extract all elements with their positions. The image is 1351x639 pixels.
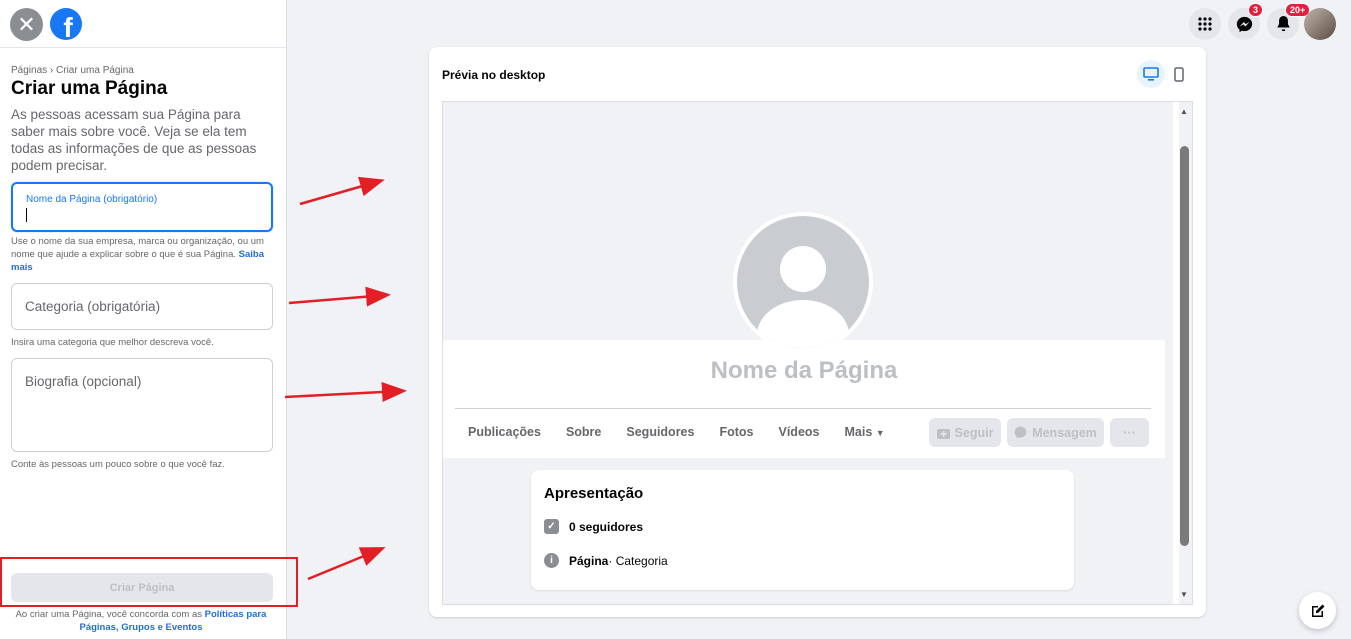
arrow-to-bio-field [284, 382, 407, 403]
category-field[interactable]: Categoria (obrigatória) [11, 283, 273, 330]
annotation-highlight-box [0, 557, 298, 607]
category-hint: Insira uma categoria que melhor descreva… [11, 337, 214, 348]
intro-title: Apresentação [544, 485, 644, 502]
messenger-badge: 3 [1248, 3, 1264, 17]
text-caret [26, 208, 27, 222]
desktop-view-icon[interactable] [1137, 60, 1165, 88]
breadcrumb: Páginas › Criar uma Página [11, 65, 134, 76]
category-placeholder: Categoria (obrigatória) [25, 299, 161, 314]
terms-text: Ao criar uma Página, você concorda com a… [15, 609, 202, 620]
bio-placeholder: Biografia (opcional) [25, 374, 142, 389]
scrollbar-thumb[interactable] [1180, 146, 1189, 546]
page-preview-frame: Nome da Página Publicações Sobre Seguido… [442, 101, 1193, 605]
messenger-small-icon [1014, 426, 1027, 439]
page-description: As pessoas acessam sua Página para saber… [11, 107, 257, 173]
messenger-icon[interactable]: 3 [1228, 3, 1264, 40]
arrow-to-category-field [288, 286, 391, 307]
category-label: · Categoria [608, 553, 668, 568]
page-name-label: Nome da Página (obrigatório) [26, 194, 158, 205]
profile-picture [733, 212, 873, 352]
scroll-up-arrow-icon[interactable]: ▲ [1180, 107, 1188, 116]
arrow-to-create-button [307, 547, 386, 581]
preview-title: Prévia no desktop [442, 68, 546, 82]
page-title: Criar uma Página [11, 78, 168, 99]
tab-videos[interactable]: Vídeos [779, 425, 820, 439]
person-silhouette-icon [780, 246, 826, 292]
info-icon: i [544, 553, 559, 568]
tab-sobre[interactable]: Sobre [566, 425, 601, 439]
tab-mais[interactable]: Mais ▼ [845, 425, 885, 439]
tab-seguidores[interactable]: Seguidores [626, 425, 694, 439]
intro-card: Apresentação ✓ 0 seguidores i Página · C… [531, 470, 1074, 590]
mobile-view-icon[interactable] [1165, 60, 1193, 88]
tab-publicacoes[interactable]: Publicações [468, 425, 541, 439]
follow-icon [936, 428, 950, 439]
arrow-to-name-field [299, 176, 385, 206]
header-divider [455, 408, 1151, 409]
create-page-panel: ✕ f Páginas › Criar uma Página Criar uma… [0, 0, 287, 639]
message-button[interactable]: Mensagem [1007, 418, 1104, 447]
more-options-button[interactable]: ··· [1110, 418, 1149, 447]
bio-hint: Conte às pessoas um pouco sobre o que vo… [11, 459, 225, 470]
compose-edit-icon[interactable] [1299, 592, 1336, 629]
facebook-logo-icon[interactable]: f [50, 8, 82, 40]
terms-notice: Ao criar uma Página, você concorda com a… [8, 608, 274, 634]
page-name-hint-text: Use o nome da sua empresa, marca ou orga… [11, 236, 264, 260]
bio-field[interactable]: Biografia (opcional) [11, 358, 273, 452]
account-avatar[interactable] [1304, 8, 1336, 40]
message-label: Mensagem [1032, 425, 1097, 440]
caret-down-icon: ▼ [875, 428, 885, 438]
page-name-hint: Use o nome da sua empresa, marca ou orga… [11, 235, 273, 274]
follow-button[interactable]: Seguir [929, 418, 1001, 447]
tab-mais-label: Mais [844, 425, 873, 439]
preview-page-name: Nome da Página [710, 357, 898, 384]
page-category-row: i Página · Categoria [544, 553, 668, 568]
panel-header: ✕ f [0, 0, 286, 48]
follow-label: Seguir [954, 425, 994, 440]
page-label: Página [569, 553, 609, 568]
tab-fotos[interactable]: Fotos [719, 425, 753, 439]
menu-grid-icon[interactable] [1189, 8, 1221, 40]
followers-count: 0 seguidores [569, 519, 644, 534]
followers-row: ✓ 0 seguidores [544, 519, 643, 534]
page-tabs: Publicações Sobre Seguidores Fotos Vídeo… [455, 425, 910, 439]
followers-icon: ✓ [544, 519, 559, 534]
scroll-down-arrow-icon[interactable]: ▼ [1180, 590, 1188, 599]
notifications-bell-icon[interactable]: 20+ [1267, 3, 1311, 40]
desktop-preview-card: Prévia no desktop Nome da Página Publica… [429, 47, 1206, 617]
page-name-field[interactable]: Nome da Página (obrigatório) [11, 182, 273, 232]
close-icon[interactable]: ✕ [10, 8, 43, 41]
